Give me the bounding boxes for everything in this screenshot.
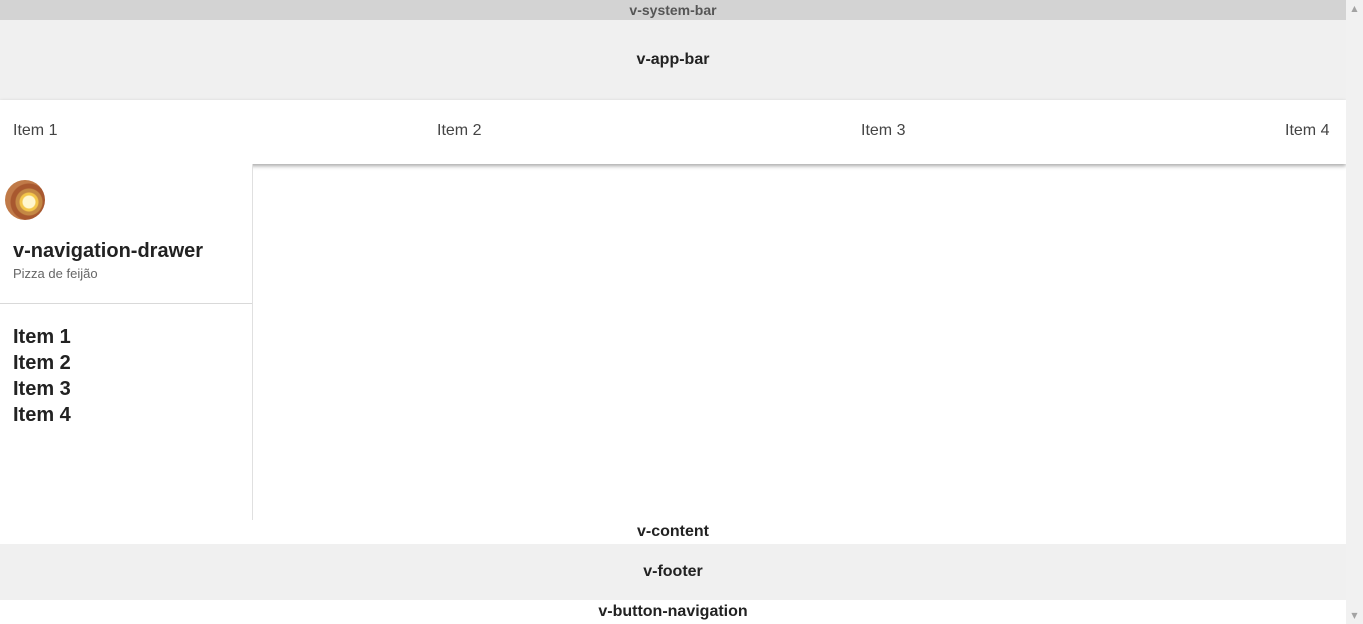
content-label: v-content (637, 523, 709, 540)
drawer-list: Item 1 Item 2 Item 3 Item 4 (13, 324, 71, 428)
drawer-item-1[interactable]: Item 1 (13, 324, 71, 350)
drawer-item-4[interactable]: Item 4 (13, 402, 71, 428)
drawer-item-2[interactable]: Item 2 (13, 350, 71, 376)
system-bar: v-system-bar (0, 0, 1346, 20)
drawer-subtitle: Pizza de feijão (13, 266, 98, 281)
bottom-navigation: v-button-navigation (0, 600, 1346, 624)
scroll-up-icon[interactable]: ▲ (1346, 0, 1363, 17)
drawer-title: v-navigation-drawer (13, 240, 204, 262)
tabs-bar: Item 1 Item 2 Item 3 Item 4 (0, 100, 1346, 164)
scroll-down-icon[interactable]: ▼ (1346, 607, 1363, 624)
content-area: v-content (0, 520, 1346, 544)
tab-item-4[interactable]: Item 4 (1285, 100, 1329, 164)
avatar (5, 180, 45, 220)
app-bar: v-app-bar (0, 20, 1346, 100)
tab-item-3[interactable]: Item 3 (861, 100, 905, 164)
tab-item-2[interactable]: Item 2 (437, 100, 481, 164)
tab-item-1[interactable]: Item 1 (13, 100, 57, 164)
system-bar-label: v-system-bar (629, 2, 717, 18)
footer: v-footer (0, 544, 1346, 600)
app-bar-label: v-app-bar (636, 51, 710, 68)
bottom-navigation-label: v-button-navigation (598, 603, 748, 620)
footer-label: v-footer (643, 563, 703, 580)
navigation-drawer: v-navigation-drawer Pizza de feijão Item… (0, 164, 253, 520)
drawer-item-3[interactable]: Item 3 (13, 376, 71, 402)
drawer-divider (0, 303, 252, 304)
vertical-scrollbar[interactable]: ▲ ▼ (1346, 0, 1363, 624)
